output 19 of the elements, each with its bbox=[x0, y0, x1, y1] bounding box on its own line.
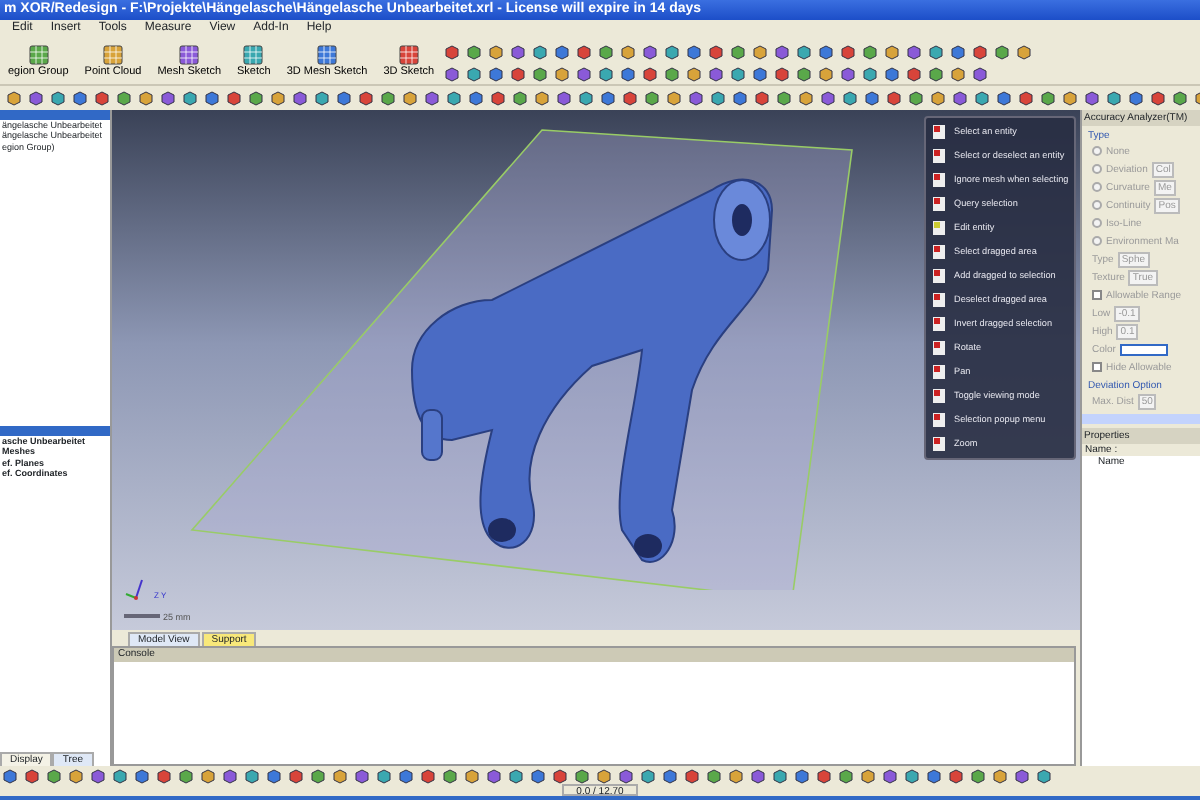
checkbox[interactable] bbox=[1092, 290, 1102, 300]
radio-button[interactable] bbox=[1092, 146, 1102, 156]
horizontal-scrollbar[interactable] bbox=[1082, 414, 1200, 424]
panel-header bbox=[0, 425, 110, 436]
panel-header bbox=[0, 110, 110, 120]
grid-icon bbox=[242, 44, 265, 67]
grid-icon bbox=[102, 44, 124, 67]
grid-icon bbox=[316, 44, 339, 67]
radio-button[interactable] bbox=[1092, 164, 1102, 174]
color-swatch[interactable] bbox=[1119, 343, 1168, 355]
radio-button[interactable] bbox=[1092, 236, 1102, 246]
radio-button[interactable] bbox=[1092, 200, 1102, 210]
grid-icon bbox=[178, 44, 201, 67]
radio-button[interactable] bbox=[1092, 218, 1102, 228]
radio-button[interactable] bbox=[1092, 182, 1102, 192]
scale-bar bbox=[124, 614, 160, 619]
grid-icon bbox=[27, 44, 50, 67]
checkbox[interactable] bbox=[1092, 362, 1102, 372]
grid-icon bbox=[397, 44, 420, 67]
